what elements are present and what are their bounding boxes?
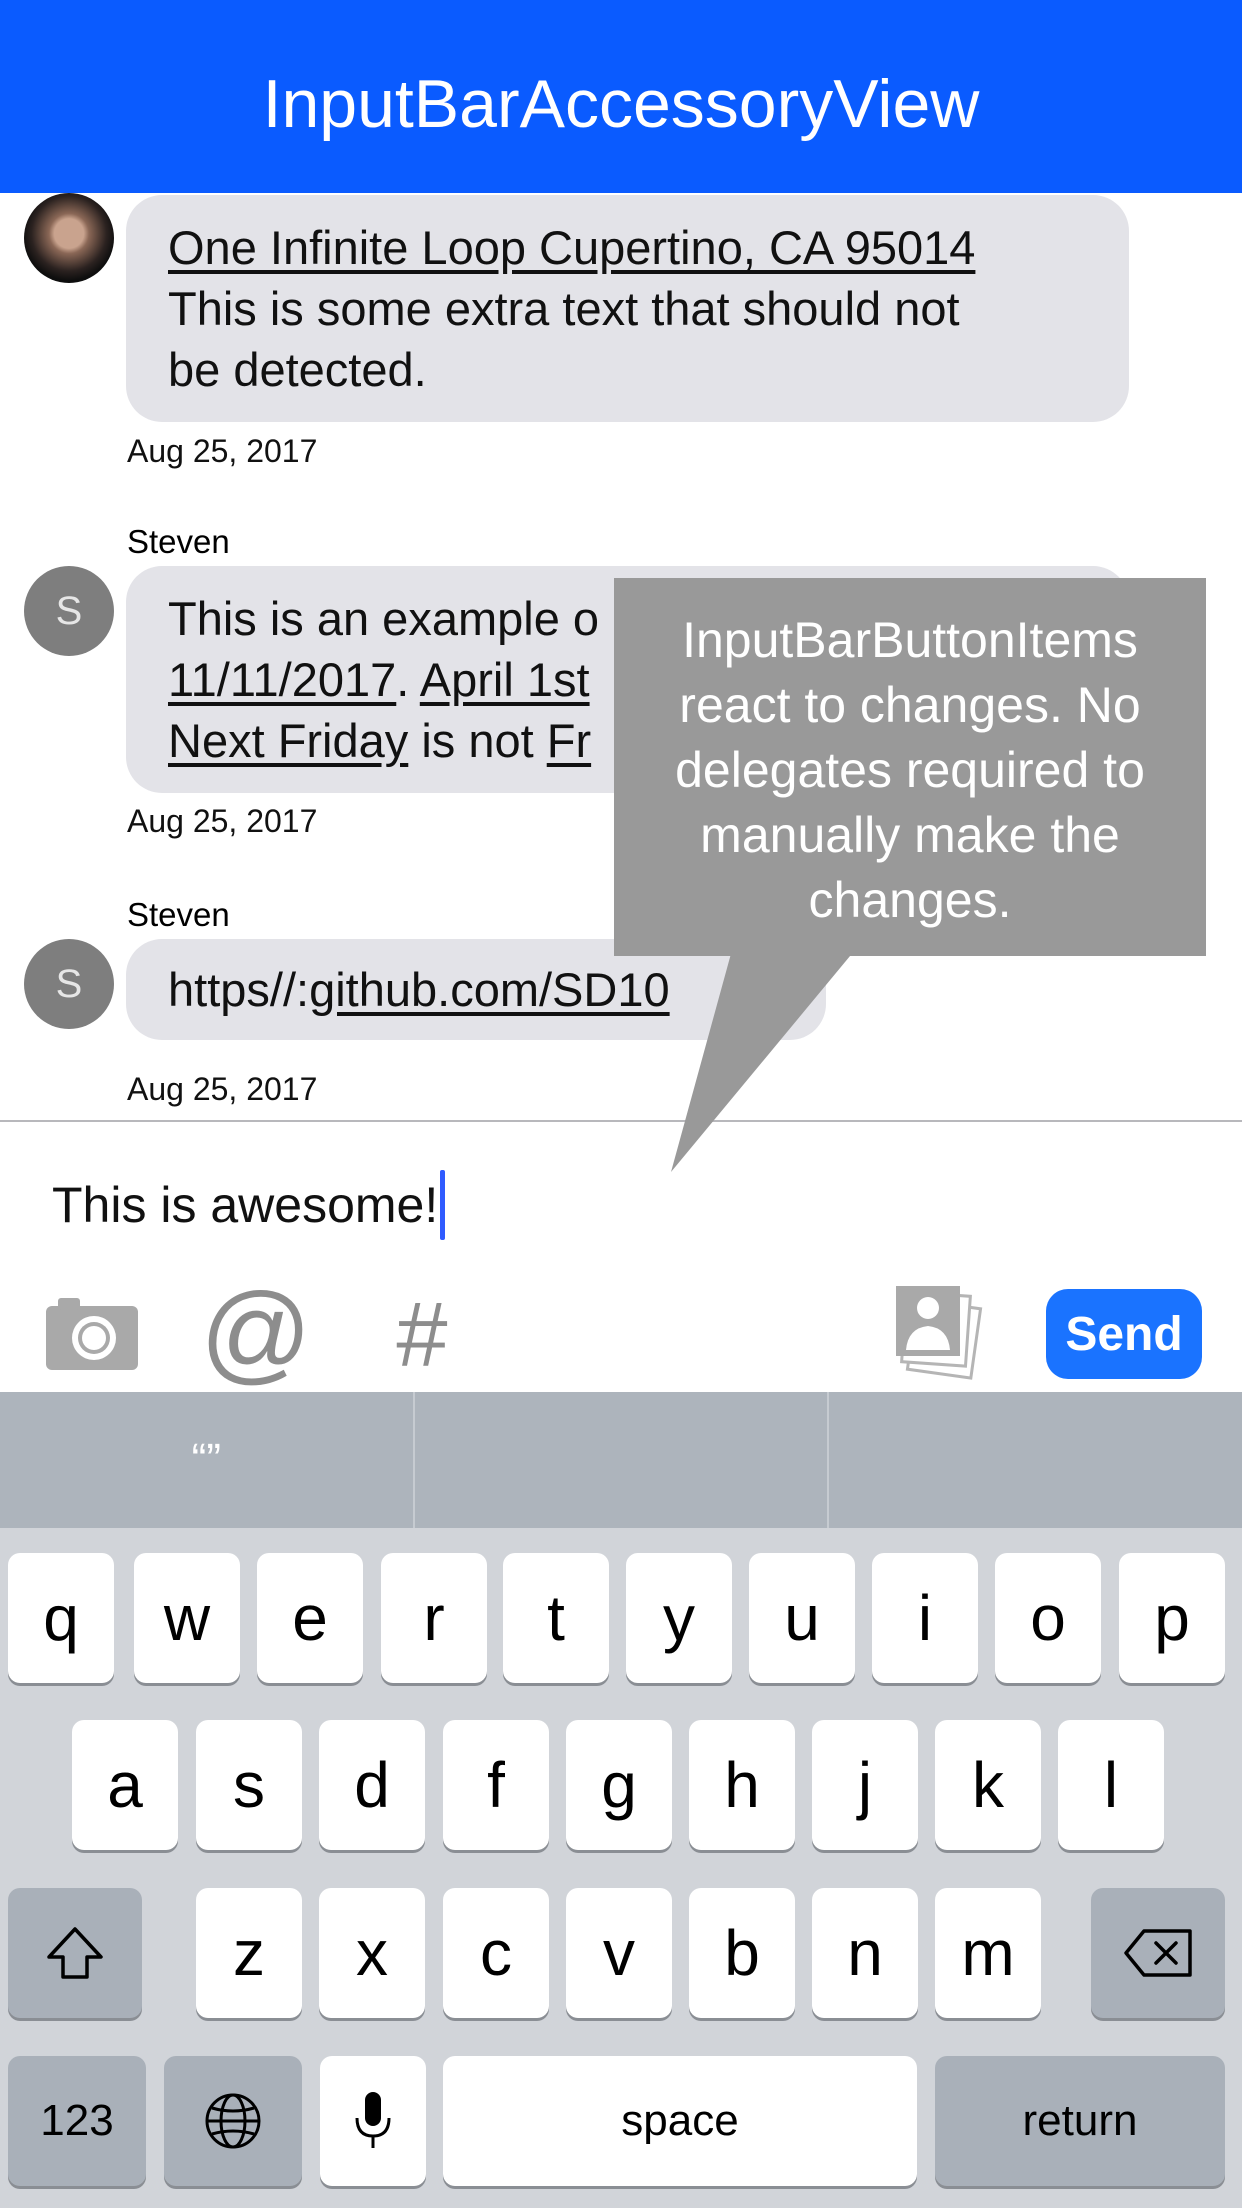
tooltip-tail — [671, 950, 855, 1172]
tooltip-line: manually make the — [700, 807, 1120, 863]
tooltip-line: changes. — [808, 872, 1012, 928]
tooltip-callout: InputBarButtonItems react to changes. No… — [614, 578, 1206, 956]
tooltip-line: delegates required to — [675, 742, 1145, 798]
tooltip-line: react to changes. No — [679, 677, 1141, 733]
tooltip-line: InputBarButtonItems — [682, 612, 1138, 668]
